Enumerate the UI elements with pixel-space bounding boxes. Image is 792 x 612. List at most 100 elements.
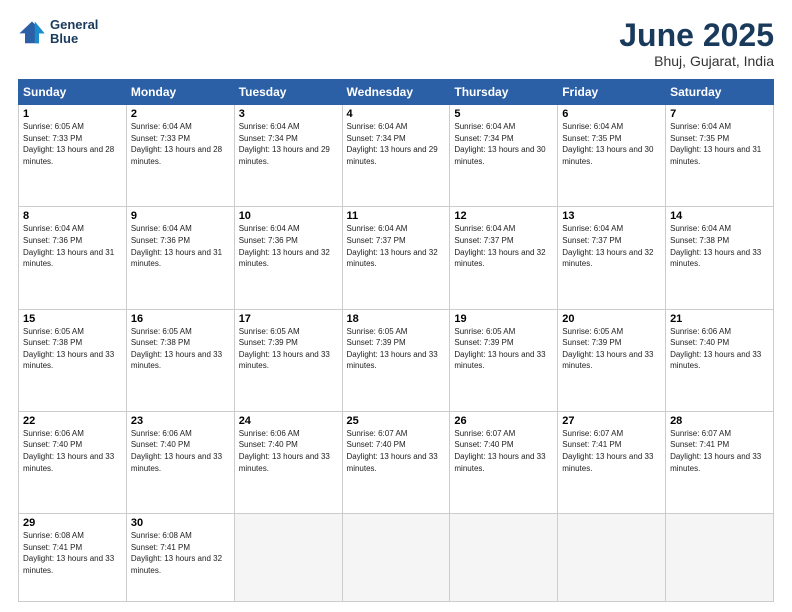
calendar-cell: 14 Sunrise: 6:04 AMSunset: 7:38 PMDaylig… [666, 207, 774, 309]
calendar-week-row: 22 Sunrise: 6:06 AMSunset: 7:40 PMDaylig… [19, 411, 774, 513]
calendar-cell: 18 Sunrise: 6:05 AMSunset: 7:39 PMDaylig… [342, 309, 450, 411]
day-number: 21 [670, 313, 769, 325]
calendar-cell: 27 Sunrise: 6:07 AMSunset: 7:41 PMDaylig… [558, 411, 666, 513]
calendar-cell: 20 Sunrise: 6:05 AMSunset: 7:39 PMDaylig… [558, 309, 666, 411]
day-number: 15 [23, 313, 122, 325]
day-info: Sunrise: 6:07 AMSunset: 7:41 PMDaylight:… [670, 429, 761, 473]
day-info: Sunrise: 6:08 AMSunset: 7:41 PMDaylight:… [131, 531, 222, 575]
calendar-week-row: 1 Sunrise: 6:05 AMSunset: 7:33 PMDayligh… [19, 105, 774, 207]
day-number: 13 [562, 210, 661, 222]
calendar-cell [666, 514, 774, 602]
day-info: Sunrise: 6:04 AMSunset: 7:35 PMDaylight:… [670, 122, 761, 166]
logo-line2: Blue [50, 32, 98, 46]
calendar-cell [234, 514, 342, 602]
day-info: Sunrise: 6:04 AMSunset: 7:37 PMDaylight:… [347, 224, 438, 268]
day-info: Sunrise: 6:04 AMSunset: 7:35 PMDaylight:… [562, 122, 653, 166]
header: General Blue June 2025 Bhuj, Gujarat, In… [18, 18, 774, 69]
day-number: 10 [239, 210, 338, 222]
day-info: Sunrise: 6:05 AMSunset: 7:39 PMDaylight:… [347, 327, 438, 371]
day-info: Sunrise: 6:05 AMSunset: 7:39 PMDaylight:… [239, 327, 330, 371]
day-info: Sunrise: 6:05 AMSunset: 7:39 PMDaylight:… [562, 327, 653, 371]
col-thursday: Thursday [450, 80, 558, 105]
calendar-cell: 2 Sunrise: 6:04 AMSunset: 7:33 PMDayligh… [126, 105, 234, 207]
calendar-cell: 1 Sunrise: 6:05 AMSunset: 7:33 PMDayligh… [19, 105, 127, 207]
day-number: 25 [347, 415, 446, 427]
day-info: Sunrise: 6:04 AMSunset: 7:37 PMDaylight:… [454, 224, 545, 268]
day-info: Sunrise: 6:04 AMSunset: 7:36 PMDaylight:… [131, 224, 222, 268]
day-number: 1 [23, 108, 122, 120]
calendar-cell: 11 Sunrise: 6:04 AMSunset: 7:37 PMDaylig… [342, 207, 450, 309]
calendar-cell: 30 Sunrise: 6:08 AMSunset: 7:41 PMDaylig… [126, 514, 234, 602]
calendar-cell: 9 Sunrise: 6:04 AMSunset: 7:36 PMDayligh… [126, 207, 234, 309]
calendar-cell: 22 Sunrise: 6:06 AMSunset: 7:40 PMDaylig… [19, 411, 127, 513]
calendar-cell: 16 Sunrise: 6:05 AMSunset: 7:38 PMDaylig… [126, 309, 234, 411]
day-number: 11 [347, 210, 446, 222]
day-number: 12 [454, 210, 553, 222]
day-info: Sunrise: 6:06 AMSunset: 7:40 PMDaylight:… [23, 429, 114, 473]
logo-icon [18, 18, 46, 46]
day-number: 28 [670, 415, 769, 427]
calendar-cell: 8 Sunrise: 6:04 AMSunset: 7:36 PMDayligh… [19, 207, 127, 309]
calendar-cell: 15 Sunrise: 6:05 AMSunset: 7:38 PMDaylig… [19, 309, 127, 411]
calendar-week-row: 8 Sunrise: 6:04 AMSunset: 7:36 PMDayligh… [19, 207, 774, 309]
calendar-subtitle: Bhuj, Gujarat, India [619, 53, 774, 69]
calendar-cell [342, 514, 450, 602]
calendar-cell: 5 Sunrise: 6:04 AMSunset: 7:34 PMDayligh… [450, 105, 558, 207]
day-info: Sunrise: 6:04 AMSunset: 7:38 PMDaylight:… [670, 224, 761, 268]
day-info: Sunrise: 6:04 AMSunset: 7:33 PMDaylight:… [131, 122, 222, 166]
day-number: 20 [562, 313, 661, 325]
day-info: Sunrise: 6:04 AMSunset: 7:37 PMDaylight:… [562, 224, 653, 268]
day-info: Sunrise: 6:04 AMSunset: 7:34 PMDaylight:… [239, 122, 330, 166]
day-info: Sunrise: 6:04 AMSunset: 7:34 PMDaylight:… [454, 122, 545, 166]
page: General Blue June 2025 Bhuj, Gujarat, In… [0, 0, 792, 612]
day-number: 18 [347, 313, 446, 325]
day-info: Sunrise: 6:07 AMSunset: 7:41 PMDaylight:… [562, 429, 653, 473]
calendar-cell: 25 Sunrise: 6:07 AMSunset: 7:40 PMDaylig… [342, 411, 450, 513]
calendar-cell [450, 514, 558, 602]
day-number: 29 [23, 517, 122, 529]
day-info: Sunrise: 6:04 AMSunset: 7:36 PMDaylight:… [239, 224, 330, 268]
col-tuesday: Tuesday [234, 80, 342, 105]
day-number: 9 [131, 210, 230, 222]
day-number: 5 [454, 108, 553, 120]
calendar-title: June 2025 [619, 18, 774, 53]
day-info: Sunrise: 6:05 AMSunset: 7:38 PMDaylight:… [131, 327, 222, 371]
day-number: 19 [454, 313, 553, 325]
calendar-cell: 28 Sunrise: 6:07 AMSunset: 7:41 PMDaylig… [666, 411, 774, 513]
day-number: 26 [454, 415, 553, 427]
col-friday: Friday [558, 80, 666, 105]
day-info: Sunrise: 6:05 AMSunset: 7:38 PMDaylight:… [23, 327, 114, 371]
day-number: 3 [239, 108, 338, 120]
calendar-cell: 26 Sunrise: 6:07 AMSunset: 7:40 PMDaylig… [450, 411, 558, 513]
calendar-cell: 24 Sunrise: 6:06 AMSunset: 7:40 PMDaylig… [234, 411, 342, 513]
day-number: 4 [347, 108, 446, 120]
col-monday: Monday [126, 80, 234, 105]
day-info: Sunrise: 6:05 AMSunset: 7:33 PMDaylight:… [23, 122, 114, 166]
day-number: 23 [131, 415, 230, 427]
day-info: Sunrise: 6:05 AMSunset: 7:39 PMDaylight:… [454, 327, 545, 371]
day-number: 17 [239, 313, 338, 325]
day-number: 16 [131, 313, 230, 325]
calendar-cell: 6 Sunrise: 6:04 AMSunset: 7:35 PMDayligh… [558, 105, 666, 207]
day-info: Sunrise: 6:07 AMSunset: 7:40 PMDaylight:… [347, 429, 438, 473]
day-number: 14 [670, 210, 769, 222]
col-saturday: Saturday [666, 80, 774, 105]
calendar-cell: 4 Sunrise: 6:04 AMSunset: 7:34 PMDayligh… [342, 105, 450, 207]
calendar-cell: 17 Sunrise: 6:05 AMSunset: 7:39 PMDaylig… [234, 309, 342, 411]
day-number: 6 [562, 108, 661, 120]
day-number: 2 [131, 108, 230, 120]
day-info: Sunrise: 6:08 AMSunset: 7:41 PMDaylight:… [23, 531, 114, 575]
calendar-cell: 10 Sunrise: 6:04 AMSunset: 7:36 PMDaylig… [234, 207, 342, 309]
logo-text: General Blue [50, 18, 98, 47]
calendar-cell: 29 Sunrise: 6:08 AMSunset: 7:41 PMDaylig… [19, 514, 127, 602]
calendar-week-row: 29 Sunrise: 6:08 AMSunset: 7:41 PMDaylig… [19, 514, 774, 602]
logo-line1: General [50, 18, 98, 32]
calendar-cell: 7 Sunrise: 6:04 AMSunset: 7:35 PMDayligh… [666, 105, 774, 207]
day-number: 7 [670, 108, 769, 120]
day-number: 8 [23, 210, 122, 222]
calendar-table: Sunday Monday Tuesday Wednesday Thursday… [18, 79, 774, 602]
calendar-cell: 23 Sunrise: 6:06 AMSunset: 7:40 PMDaylig… [126, 411, 234, 513]
logo: General Blue [18, 18, 98, 47]
col-sunday: Sunday [19, 80, 127, 105]
calendar-cell [558, 514, 666, 602]
